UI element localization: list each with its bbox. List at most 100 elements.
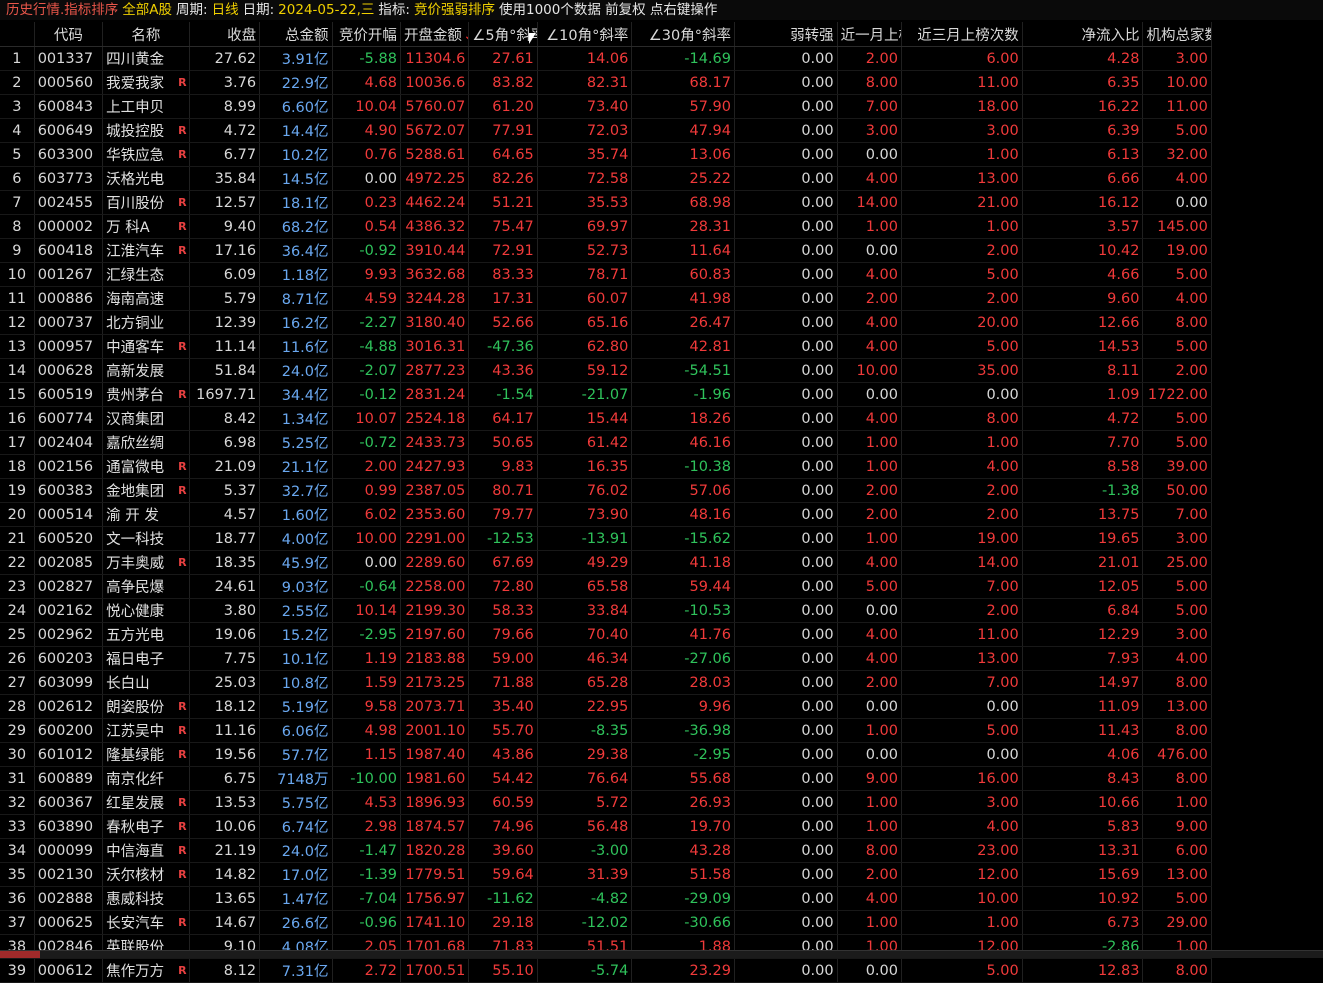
table-row[interactable]: 20000514渝 开 发10.124.571.60亿6.022353.6079… xyxy=(0,502,1296,527)
table-row[interactable]: 26600203福日电子2.247.7510.1亿1.192183.8859.0… xyxy=(0,646,1296,671)
column-header-name[interactable]: 名称 xyxy=(102,22,190,47)
column-header-weak[interactable]: 弱转强 xyxy=(734,22,838,47)
cell-name[interactable]: 春秋电子 R xyxy=(102,814,190,839)
column-header-amount[interactable]: 总金额 xyxy=(259,22,333,47)
cell-name[interactable]: 文一科技 xyxy=(102,526,190,551)
cell-name[interactable]: 江苏吴中 R xyxy=(102,718,190,743)
cell-name[interactable]: 城投控股 R xyxy=(102,118,190,143)
table-row[interactable]: 4600649城投控股RR0.644.7214.4亿4.905672.0777.… xyxy=(0,118,1296,143)
cell-code[interactable]: 601012 xyxy=(34,742,104,767)
table-row[interactable]: 9600418江淮汽车RR5.6017.1636.4亿-0.923910.447… xyxy=(0,238,1296,263)
table-row[interactable]: 21600520文一科技2.5718.774.00亿10.002291.00-1… xyxy=(0,526,1296,551)
table-row[interactable]: 6603773沃格光电4.8335.8414.5亿0.004972.2582.2… xyxy=(0,166,1296,191)
cell-code[interactable]: 002962 xyxy=(34,622,104,647)
table-row[interactable]: 7002455百川股份RR-1.6412.5718.1亿0.234462.245… xyxy=(0,190,1296,215)
cell-name[interactable]: 中通客车 R xyxy=(102,334,190,359)
cell-code[interactable]: 600774 xyxy=(34,406,104,431)
cell-code[interactable]: 000625 xyxy=(34,910,104,935)
cell-code[interactable]: 603099 xyxy=(34,670,104,695)
cell-code[interactable]: 002827 xyxy=(34,574,104,599)
cell-code[interactable]: 600203 xyxy=(34,646,104,671)
column-header-slope10[interactable]: ∠10角°斜率 xyxy=(537,22,633,47)
cell-name[interactable]: 海南高速 xyxy=(102,286,190,311)
table-row[interactable]: 28002612朗姿股份RR4.5618.125.19亿9.582073.713… xyxy=(0,694,1296,719)
cell-name[interactable]: 我爱我家 R xyxy=(102,70,190,95)
cell-name[interactable]: 红星发展 R xyxy=(102,790,190,815)
date-value[interactable]: 2024-05-22,三 xyxy=(278,0,374,20)
cell-code[interactable]: 603890 xyxy=(34,814,104,839)
cell-code[interactable]: 000612 xyxy=(34,958,104,983)
cell-code[interactable]: 001267 xyxy=(34,262,104,287)
cell-name[interactable]: 江淮汽车 R xyxy=(102,238,190,263)
table-row[interactable]: 30601012隆基绿能RR6.8919.5657.7亿1.151987.404… xyxy=(0,742,1296,767)
table-row[interactable]: 2000560我爱我家RR9.943.7622.9亿4.6810036.683.… xyxy=(0,70,1296,95)
cell-name[interactable]: 贵州茅台 R xyxy=(102,382,190,407)
table-row[interactable]: 36002888惠威科技1.1113.651.47亿-7.041756.97-1… xyxy=(0,886,1296,911)
cell-name[interactable]: 朗姿股份 R xyxy=(102,694,190,719)
cell-name[interactable]: 沃尔核材 R xyxy=(102,862,190,887)
cell-name[interactable]: 百川股份 R xyxy=(102,190,190,215)
table-row[interactable]: 18002156通富微电RR3.0321.0921.1亿2.002427.939… xyxy=(0,454,1296,479)
market-selector[interactable]: 全部A股 xyxy=(122,0,172,20)
cell-code[interactable]: 600843 xyxy=(34,94,104,119)
table-row[interactable]: 24002162悦心健康7.043.802.55亿10.142199.3058.… xyxy=(0,598,1296,623)
table-row[interactable]: 23002827高争民爆-2.1924.619.03亿-0.642258.007… xyxy=(0,574,1296,599)
cell-name[interactable]: 隆基绿能 R xyxy=(102,742,190,767)
cell-name[interactable]: 长安汽车 R xyxy=(102,910,190,935)
cell-code[interactable]: 000737 xyxy=(34,310,104,335)
table-row[interactable]: 19600383金地集团RR6.345.3732.7亿0.992387.0580… xyxy=(0,478,1296,503)
column-header-auction[interactable]: 竞价开幅 xyxy=(332,22,401,47)
column-header-m1[interactable]: 近一月上榜次数 xyxy=(837,22,903,47)
window-title[interactable]: 历史行情.指标排序 xyxy=(6,0,118,20)
cell-name[interactable]: 高新发展 xyxy=(102,358,190,383)
table-row[interactable]: 17002404嘉欣丝绸0.726.985.25亿-0.722433.7350.… xyxy=(0,430,1296,455)
cell-name[interactable]: 万 科A R xyxy=(102,214,190,239)
cell-name[interactable]: 通富微电 R xyxy=(102,454,190,479)
cell-name[interactable]: 沃格光电 xyxy=(102,166,190,191)
cell-name[interactable]: 汉商集团 xyxy=(102,406,190,431)
cell-name[interactable]: 五方光电 xyxy=(102,622,190,647)
table-row[interactable]: 25002962五方光电3.9819.0615.2亿-2.952197.6079… xyxy=(0,622,1296,647)
table-row[interactable]: 37000625长安汽车RR0.8914.6726.6亿-0.961741.10… xyxy=(0,910,1296,935)
cell-name[interactable]: 上工申贝 xyxy=(102,94,190,119)
cell-code[interactable]: 000002 xyxy=(34,214,104,239)
cell-name[interactable]: 四川黄金 xyxy=(102,46,190,71)
cell-name[interactable]: 中信海直 R xyxy=(102,838,190,863)
cell-code[interactable]: 000099 xyxy=(34,838,104,863)
table-row[interactable]: 27603099长白山-5.4825.0310.8亿1.592173.2571.… xyxy=(0,670,1296,695)
cell-name[interactable]: 惠威科技 xyxy=(102,886,190,911)
cell-code[interactable]: 600418 xyxy=(34,238,104,263)
cell-code[interactable]: 600649 xyxy=(34,118,104,143)
cell-code[interactable]: 600367 xyxy=(34,790,104,815)
column-header-m3[interactable]: 近三月上榜次数 xyxy=(901,22,1023,47)
cell-code[interactable]: 002156 xyxy=(34,454,104,479)
ranking-table[interactable]: 代码名称涨幅%收盘总金额竞价开幅开盘金额↓∠5角°斜率∠10角°斜率∠30角°斜… xyxy=(0,22,1296,983)
cell-code[interactable]: 000886 xyxy=(34,286,104,311)
cell-name[interactable]: 悦心健康 xyxy=(102,598,190,623)
cell-code[interactable]: 002612 xyxy=(34,694,104,719)
table-row[interactable]: 22002085万丰奥威RR1.9418.3545.9亿0.002289.606… xyxy=(0,550,1296,575)
table-row[interactable]: 35002130沃尔核材RR-2.0514.8217.0亿-1.391779.5… xyxy=(0,862,1296,887)
cell-name[interactable]: 高争民爆 xyxy=(102,574,190,599)
table-row[interactable]: 29600200江苏吴中RR1.0011.166.06亿4.982001.105… xyxy=(0,718,1296,743)
table-row[interactable]: 31600889南京化纤-10.006.757148万-10.001981.60… xyxy=(0,766,1296,791)
cell-name[interactable]: 南京化纤 xyxy=(102,766,190,791)
cell-name[interactable]: 长白山 xyxy=(102,670,190,695)
period-value[interactable]: 日线 xyxy=(212,0,239,20)
table-row[interactable]: 39000612焦作万方RR0.508.127.31亿2.721700.5155… xyxy=(0,958,1296,983)
cell-code[interactable]: 600383 xyxy=(34,478,104,503)
cell-code[interactable]: 000514 xyxy=(34,502,104,527)
table-row[interactable]: 14000628高新发展-0.5851.8424.0亿-2.072877.234… xyxy=(0,358,1296,383)
cell-name[interactable]: 华铁应急 R xyxy=(102,142,190,167)
table-row[interactable]: 8000002万 科ARR2.299.4068.2亿0.544386.3275.… xyxy=(0,214,1296,239)
cell-name[interactable]: 焦作万方 R xyxy=(102,958,190,983)
table-row[interactable]: 11000886海南高速2.305.798.71亿4.593244.2817.3… xyxy=(0,286,1296,311)
cell-code[interactable]: 002888 xyxy=(34,886,104,911)
column-header-idx[interactable] xyxy=(0,22,35,47)
cell-code[interactable]: 000957 xyxy=(34,334,104,359)
cell-name[interactable]: 金地集团 R xyxy=(102,478,190,503)
cell-name[interactable]: 渝 开 发 xyxy=(102,502,190,527)
cell-code[interactable]: 600889 xyxy=(34,766,104,791)
column-header-openamt[interactable]: 开盘金额↓ xyxy=(400,22,470,47)
table-row[interactable]: 15600519贵州茅台RR-0.431697.7134.4亿-0.122831… xyxy=(0,382,1296,407)
